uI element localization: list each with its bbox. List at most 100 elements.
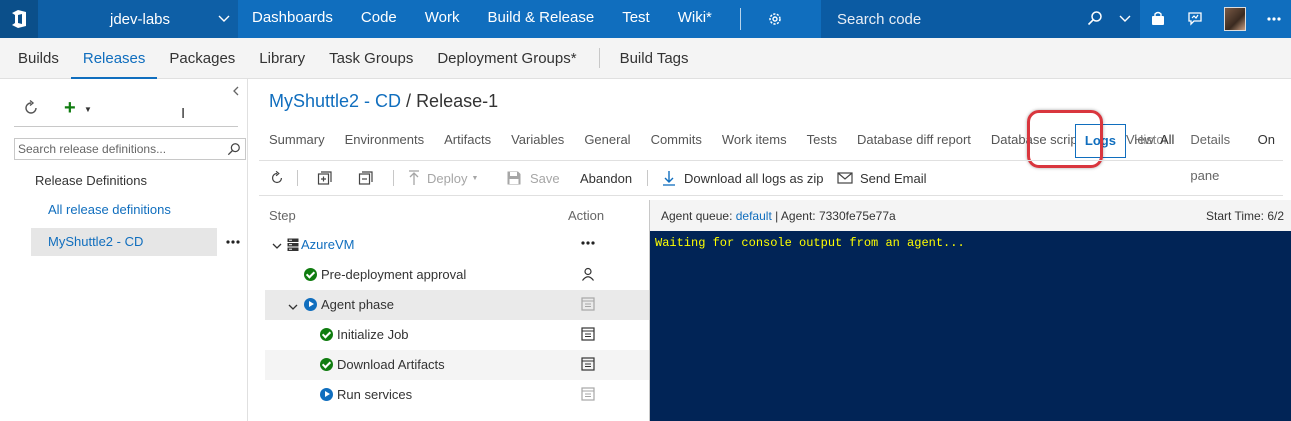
expand-all-icon[interactable] (317, 161, 333, 195)
tab-tests[interactable]: Tests (797, 122, 847, 158)
hub-tab-task-groups[interactable]: Task Groups (317, 38, 425, 79)
top-navigation-bar: jdev-labs Dashboards Code Work Build & R… (0, 0, 1291, 38)
more-options-icon[interactable] (1257, 0, 1291, 38)
breadcrumb-separator: / (406, 91, 412, 111)
caret-down-icon[interactable]: ▼ (84, 105, 92, 114)
chevron-down-icon[interactable] (1119, 12, 1131, 27)
view-filter[interactable]: All (1160, 122, 1174, 158)
search-release-definitions[interactable] (14, 138, 246, 160)
start-time: Start Time: 6/2 (1206, 209, 1284, 223)
tab-artifacts[interactable]: Artifacts (434, 122, 501, 158)
caret-down-icon: ▼ (471, 174, 479, 182)
nav-code[interactable]: Code (347, 0, 411, 38)
breadcrumb-release: Release-1 (416, 91, 499, 111)
breadcrumb-definition-link[interactable]: MyShuttle2 - CD (269, 91, 401, 111)
more-actions-icon[interactable] (219, 228, 246, 256)
refresh-icon[interactable] (269, 161, 285, 195)
chevron-down-icon[interactable] (288, 300, 298, 315)
divider (14, 126, 238, 127)
start-time-value: 6/2 (1267, 209, 1285, 223)
log-view-icon[interactable] (581, 387, 595, 404)
list-item[interactable]: Initialize Job (265, 320, 649, 350)
marketplace-bag-icon[interactable] (1141, 0, 1175, 38)
start-time-label: Start Time: (1206, 209, 1265, 223)
environment-name[interactable]: AzureVM (301, 237, 354, 252)
feedback-icon[interactable] (1178, 0, 1212, 38)
more-actions-icon[interactable] (581, 235, 595, 254)
step-label: Pre-deployment approval (321, 267, 467, 282)
save-button[interactable]: Save (506, 161, 560, 195)
nav-work[interactable]: Work (411, 0, 474, 38)
tab-commits[interactable]: Commits (641, 122, 712, 158)
tab-summary[interactable]: Summary (259, 122, 335, 158)
download-logs-button[interactable]: Download all logs as zip (662, 161, 823, 195)
list-item[interactable]: Agent phase (265, 290, 649, 320)
hub-tab-builds[interactable]: Builds (6, 38, 71, 79)
tab-work-items[interactable]: Work items (712, 122, 797, 158)
nav-build-release[interactable]: Build & Release (473, 0, 608, 38)
selected-definition-item[interactable]: MyShuttle2 - CD (31, 228, 217, 256)
list-item[interactable]: Download Artifacts (265, 350, 649, 380)
collapse-pane-icon[interactable] (231, 83, 241, 99)
save-label: Save (530, 170, 560, 186)
search-input[interactable] (15, 139, 215, 159)
nav-dashboards[interactable]: Dashboards (238, 0, 347, 38)
log-view-icon[interactable] (581, 297, 595, 314)
search-code-box[interactable]: Search code (821, 0, 1140, 38)
column-header-action: Action (568, 208, 605, 223)
deploy-label: Deploy (427, 170, 468, 186)
nav-wiki[interactable]: Wiki* (664, 0, 726, 38)
definition-label: MyShuttle2 - CD (48, 234, 144, 249)
hub-tab-build-tags[interactable]: Build Tags (608, 38, 701, 79)
search-icon[interactable] (227, 142, 241, 159)
search-placeholder: Search code (837, 11, 922, 28)
list-item[interactable]: Pre-deployment approval (265, 260, 649, 290)
tab-general[interactable]: General (574, 122, 640, 158)
toolbar-divider (647, 170, 648, 186)
tab-variables[interactable]: Variables (501, 122, 574, 158)
chevron-down-icon[interactable] (272, 239, 282, 254)
success-check-icon (320, 358, 333, 371)
gear-icon[interactable] (755, 0, 795, 38)
user-avatar[interactable] (1224, 7, 1246, 31)
text-cursor-icon: I (181, 105, 186, 122)
list-item[interactable]: Run services (265, 380, 649, 410)
console-output[interactable]: Waiting for console output from an agent… (650, 231, 1291, 421)
user-approver-icon[interactable] (581, 267, 595, 284)
abandon-button[interactable]: Abandon (580, 161, 632, 195)
console-text: Waiting for console output from an agent… (655, 236, 965, 250)
hub-tab-library[interactable]: Library (247, 38, 317, 79)
hub-tab-deployment-groups[interactable]: Deployment Groups* (425, 38, 588, 79)
send-email-label: Send Email (860, 170, 927, 186)
toolbar-divider (393, 170, 394, 186)
log-header: Agent queue: default | Agent: 7330fe75e7… (650, 200, 1291, 231)
log-view-icon[interactable] (581, 327, 595, 344)
tab-environments[interactable]: Environments (335, 122, 434, 158)
step-label: Initialize Job (337, 327, 409, 342)
vsts-logo-icon[interactable] (0, 0, 38, 38)
agent-queue-link[interactable]: default (736, 209, 772, 223)
release-definitions-pane: + ▼ I Release Definitions All release de… (0, 79, 248, 421)
tab-database-diff-report[interactable]: Database diff report (847, 122, 981, 158)
hub-tab-releases[interactable]: Releases (70, 38, 158, 79)
project-selector[interactable]: jdev-labs (38, 0, 238, 38)
details-pane-toggle[interactable]: On (1258, 122, 1275, 158)
nav-divider (739, 8, 741, 30)
toolbar-divider (297, 170, 298, 186)
send-email-button[interactable]: Send Email (837, 161, 926, 195)
details-pane-label: Details pane (1190, 132, 1231, 183)
agent-label: | Agent: (775, 209, 816, 223)
nav-test[interactable]: Test (608, 0, 664, 38)
collapse-all-icon[interactable] (358, 161, 374, 195)
step-label: Agent phase (321, 297, 395, 312)
hub-group-nav: Dashboards Code Work Build & Release Tes… (238, 0, 795, 38)
abandon-label: Abandon (580, 170, 633, 186)
search-icon[interactable] (1087, 10, 1103, 29)
all-release-definitions-link[interactable]: All release definitions (48, 202, 171, 217)
add-icon[interactable]: + (64, 97, 76, 120)
deploy-button[interactable]: Deploy ▼ (407, 161, 478, 195)
refresh-icon[interactable] (22, 99, 40, 120)
log-view-icon[interactable] (581, 357, 595, 374)
hub-tab-packages[interactable]: Packages (157, 38, 247, 79)
environment-row[interactable]: AzureVM (265, 230, 649, 260)
